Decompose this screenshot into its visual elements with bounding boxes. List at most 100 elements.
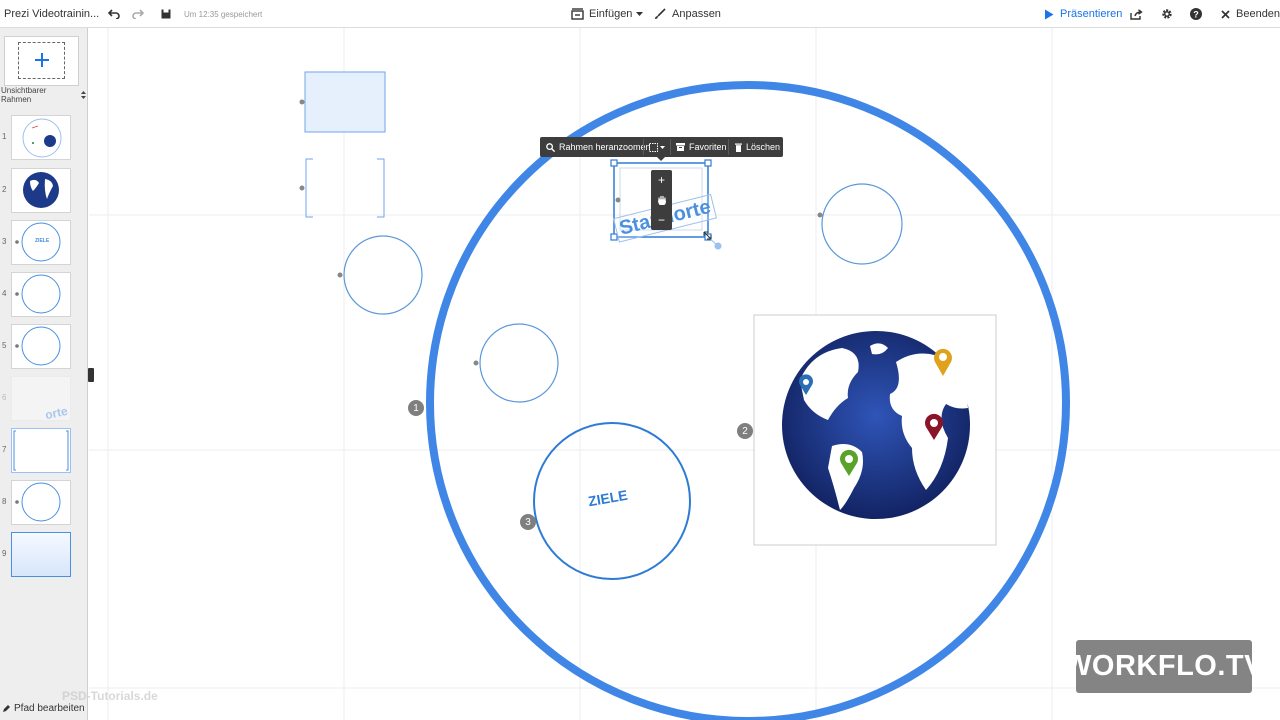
frame-type-label: Unsichtbarer Rahmen [1, 86, 47, 104]
circle-frame[interactable] [479, 323, 559, 403]
customize-label: Anpassen [672, 8, 721, 20]
rotate-handle[interactable] [714, 242, 722, 250]
path-step-badge[interactable]: 1 [408, 400, 424, 416]
slide-thumb-text-faded: orte [43, 403, 69, 421]
slide-number: 4 [2, 289, 7, 298]
move-button[interactable] [651, 190, 672, 210]
settings-button[interactable] [1161, 0, 1173, 28]
redo-icon [132, 9, 144, 19]
workflo-watermark: WORKFLO.TV [1064, 640, 1263, 693]
undo-button[interactable] [108, 0, 120, 28]
gear-icon [1162, 9, 1172, 19]
zoom-out-button[interactable]: − [651, 210, 672, 230]
frame-handle-dot[interactable] [473, 360, 479, 366]
frame-type-select[interactable]: Unsichtbarer Rahmen [1, 86, 86, 104]
help-icon: ? [1190, 8, 1202, 20]
zoom-in-button[interactable]: + [651, 170, 672, 190]
canvas-drawing [89, 28, 1280, 720]
slide-overview-preview [22, 118, 62, 158]
path-step-badge[interactable]: 3 [520, 514, 536, 530]
frame-handle-dot[interactable] [615, 197, 621, 203]
frame-handle-dot[interactable] [337, 272, 343, 278]
present-button[interactable]: Präsentieren [1044, 0, 1122, 28]
slide-number: 8 [2, 497, 7, 506]
slide-thumb-2[interactable] [11, 168, 71, 213]
slide-thumb-3[interactable]: ZIELE [11, 220, 71, 265]
slides-sidebar: Unsichtbarer Rahmen 1 2 3 ZIELE 4 5 6 or… [0, 28, 94, 720]
psd-tutorials-watermark: PSD-Tutorials.de [62, 689, 158, 703]
favorites-button[interactable]: Favoriten [676, 137, 727, 157]
toolbar-divider [670, 139, 671, 155]
path-step-badge[interactable]: 2 [737, 423, 753, 439]
save-button[interactable] [161, 0, 171, 28]
slide-number: 3 [2, 237, 7, 246]
zoom-to-frame-button[interactable]: Rahmen heranzoomen [546, 137, 651, 157]
help-button[interactable]: ? [1190, 0, 1202, 28]
slide-number: 9 [2, 549, 7, 558]
slide-thumb-9[interactable] [11, 532, 71, 577]
slide-number: 6 [2, 393, 7, 402]
frame-handle-dot[interactable] [299, 99, 305, 105]
resize-handle[interactable] [610, 233, 618, 241]
caret-down-icon [660, 145, 665, 149]
prezi-canvas[interactable] [89, 28, 1280, 720]
redo-button[interactable] [132, 0, 144, 28]
slide-thumb-5[interactable] [11, 324, 71, 369]
customize-button[interactable]: Anpassen [654, 0, 721, 28]
slide-number: 7 [2, 445, 7, 454]
brush-icon [655, 8, 666, 19]
circle-frame[interactable] [821, 183, 903, 265]
insert-icon [571, 8, 584, 20]
canvas-grid [89, 28, 1280, 720]
present-label: Präsentieren [1060, 8, 1123, 20]
slide-thumb-4[interactable] [11, 272, 71, 317]
frame-type-button[interactable] [649, 137, 665, 157]
circle-frame-thumb [15, 482, 61, 522]
zoom-to-frame-label: Rahmen heranzoomen [559, 142, 651, 152]
edit-path-label: Pfad bearbeiten [14, 702, 85, 714]
circle-frame-thumb [15, 326, 61, 366]
caret-down-icon [636, 11, 644, 16]
frame-handle-dot[interactable] [817, 212, 823, 218]
favorites-label: Favoriten [689, 142, 727, 152]
slide-thumb-6[interactable]: orte [11, 376, 71, 421]
resize-handle[interactable] [704, 159, 712, 167]
zoom-icon [546, 142, 555, 152]
slide-thumb-8[interactable] [11, 480, 71, 525]
plus-icon [35, 53, 49, 67]
exit-button[interactable]: Beenden [1221, 0, 1280, 28]
insert-menu-button[interactable]: Einfügen [571, 0, 644, 28]
resize-handle[interactable] [610, 159, 618, 167]
toolbar-divider [643, 139, 644, 155]
hand-icon [657, 195, 666, 205]
pencil-icon [3, 704, 10, 712]
frame-handle-dot[interactable] [299, 185, 305, 191]
slide-number: 5 [2, 341, 7, 350]
save-status: Um 12:35 gespeichert [184, 9, 263, 19]
bracket-frame[interactable] [305, 158, 385, 218]
frame-context-toolbar: Rahmen heranzoomen Favoriten Löschen [540, 137, 783, 157]
delete-button[interactable]: Löschen [735, 137, 780, 157]
insert-label: Einfügen [589, 8, 633, 20]
add-frame-button[interactable] [4, 36, 79, 86]
close-icon [1221, 9, 1230, 19]
slide-number: 2 [2, 185, 7, 194]
toolbar-divider [728, 139, 729, 155]
bracket-frame-thumb [13, 430, 69, 471]
svg-text:?: ? [1193, 9, 1199, 19]
share-button[interactable] [1130, 0, 1143, 28]
slide-thumb-7[interactable] [11, 428, 71, 473]
share-icon [1130, 8, 1143, 20]
slide-thumb-1[interactable] [11, 115, 71, 160]
delete-label: Löschen [746, 142, 781, 152]
updown-icon [81, 91, 86, 99]
rectangle-frame[interactable] [304, 71, 386, 133]
frame-icon [649, 142, 658, 152]
slide-number: 1 [2, 132, 7, 141]
circle-frame[interactable] [343, 235, 423, 315]
floppy-icon [161, 9, 171, 19]
frame-zoom-control: + − [651, 170, 672, 230]
play-icon [1045, 9, 1054, 19]
app-title: Prezi Videotrainin... [4, 8, 100, 20]
exit-label: Beenden [1236, 8, 1280, 20]
